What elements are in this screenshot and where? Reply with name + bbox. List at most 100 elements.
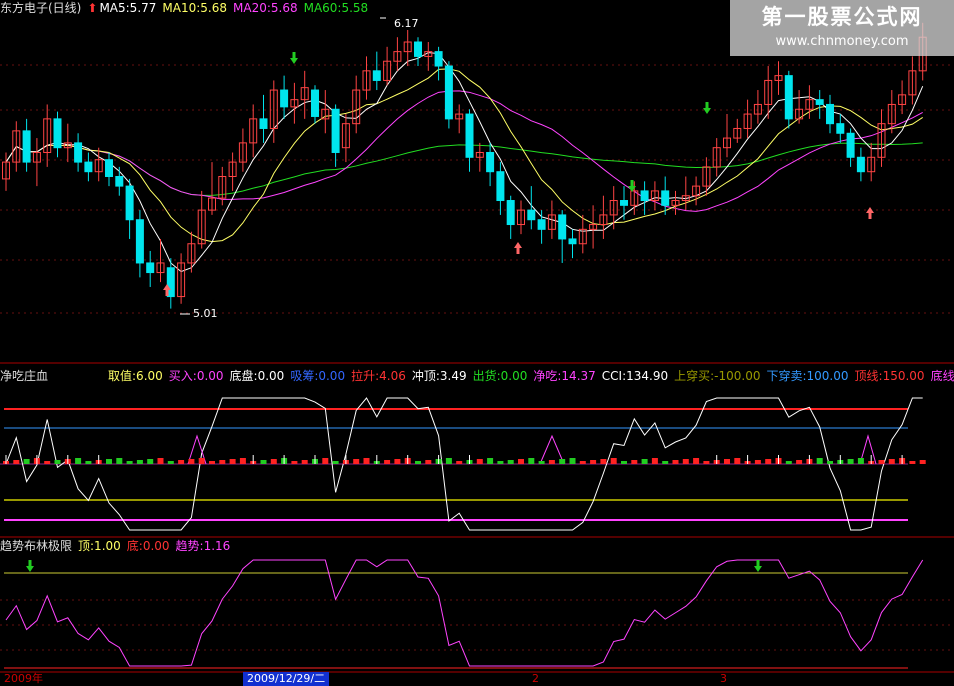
price-panel-header: 东方电子(日线) ⬆ MA5:5.77 MA10:5.68 MA20:5.68 MA60:… (0, 0, 380, 16)
flow-bar (827, 461, 833, 464)
flow-bar (487, 458, 494, 464)
trend-line (5, 559, 924, 667)
candle-body (53, 118, 62, 149)
candle-body (496, 171, 505, 202)
flow-bar (765, 459, 772, 464)
flow-bar (651, 458, 658, 464)
flow-bar (682, 459, 689, 464)
flow-bar (106, 459, 112, 464)
candle-body (311, 89, 319, 117)
indicator-value-9: 上穿买:-100.00 (674, 369, 761, 383)
high-price-label: 6.17 (394, 17, 419, 30)
indicator-value-6: 出货:0.00 (472, 369, 528, 383)
trend-value-1: 底:0.00 (126, 539, 170, 553)
sell-arrow-icon (754, 560, 762, 572)
watermark: 第一股票公式网 www.chnmoney.com (730, 0, 954, 56)
indicator-value-4: 拉升:4.06 (351, 369, 406, 383)
candle-body (434, 51, 443, 67)
flow-bar (178, 460, 185, 464)
flow-bar (600, 459, 607, 464)
candle-body (661, 190, 670, 206)
flow-bar (919, 460, 926, 464)
flow-bar (590, 460, 597, 464)
flow-bar (579, 461, 586, 464)
flow-bar (734, 458, 741, 464)
flow-bar (785, 461, 792, 464)
indicator-title: 净吃庄血 (0, 369, 49, 383)
flow-bar (136, 460, 143, 464)
flow-bar (239, 458, 246, 464)
watermark-url: www.chnmoney.com (775, 34, 909, 49)
flow-bar (548, 460, 555, 464)
ma-label-3: MA60:5.58 (303, 1, 369, 15)
flow-bar (445, 458, 452, 464)
month-tick-3: 3 (720, 672, 727, 685)
flow-bar (816, 458, 823, 464)
flow-bar (188, 459, 195, 464)
flow-bar (85, 461, 92, 464)
stock-title: 东方电子(日线) (0, 1, 82, 15)
flow-bar (116, 458, 123, 464)
candle-body (135, 219, 144, 264)
flow-bar (23, 459, 30, 464)
candle-body (784, 75, 793, 120)
indicator-value-12: 底线 (930, 369, 954, 383)
indicator-value-5: 冲顶:3.49 (411, 369, 467, 383)
candle-body (331, 108, 340, 153)
flow-bar (497, 461, 504, 464)
candle-body (558, 214, 567, 240)
flow-bar (126, 461, 133, 464)
trend-value-0: 顶:1.00 (78, 539, 121, 553)
ma-label-1: MA10:5.68 (162, 1, 227, 15)
indicator-value-3: 吸筹:0.00 (290, 369, 346, 383)
flow-bar (672, 460, 679, 464)
candle-body (115, 176, 124, 187)
indicator-value-10: 下穿卖:100.00 (766, 369, 849, 383)
candle-body (22, 130, 31, 163)
flow-bar (13, 460, 20, 464)
flow-bar (559, 459, 566, 464)
candle-body (105, 159, 113, 177)
candle-body (506, 200, 515, 226)
candle-body (836, 123, 845, 134)
flow-bar (363, 458, 370, 464)
year-label: 2009年 (4, 672, 43, 685)
candle-body (527, 209, 536, 221)
flow-bar (157, 458, 164, 464)
flow-bar (662, 461, 669, 464)
indicator-value-1: 买入:0.00 (168, 369, 224, 383)
flow-bar (528, 458, 535, 464)
flow-bar (569, 458, 576, 464)
flow-bar (610, 458, 617, 464)
candle-body (146, 262, 155, 274)
flow-bar (353, 459, 360, 464)
stock-chart[interactable] (0, 0, 954, 686)
indicator-value-11: 顶线:150.00 (854, 369, 925, 383)
flow-bar (229, 459, 236, 464)
flow-bar (260, 460, 267, 464)
flow-bar (847, 459, 854, 464)
trend-title: 趋势布林极限 (0, 539, 73, 553)
flow-bar (888, 459, 895, 464)
flow-bar (301, 460, 308, 464)
flow-bar (219, 460, 226, 464)
selected-date[interactable]: 2009/12/29/二 (243, 672, 330, 686)
flow-bar (322, 458, 329, 464)
flow-bar (476, 459, 483, 464)
flow-bar (518, 459, 524, 464)
candle-body (125, 185, 134, 221)
flow-bar (507, 460, 514, 464)
indicator-value-7: 净吃:14.37 (533, 369, 596, 383)
low-price-label: 5.01 (193, 307, 218, 320)
sell-arrow-icon (703, 102, 711, 114)
flow-bar (754, 460, 761, 464)
candle-body (826, 103, 834, 125)
trend-value-2: 趋势:1.16 (175, 539, 231, 553)
flow-bar (147, 459, 154, 464)
candle-body (84, 161, 93, 173)
candle-body (414, 41, 422, 57)
candle-body (465, 113, 474, 158)
flow-bar (703, 461, 710, 464)
flow-bar (456, 461, 463, 464)
candle-body (74, 142, 83, 163)
